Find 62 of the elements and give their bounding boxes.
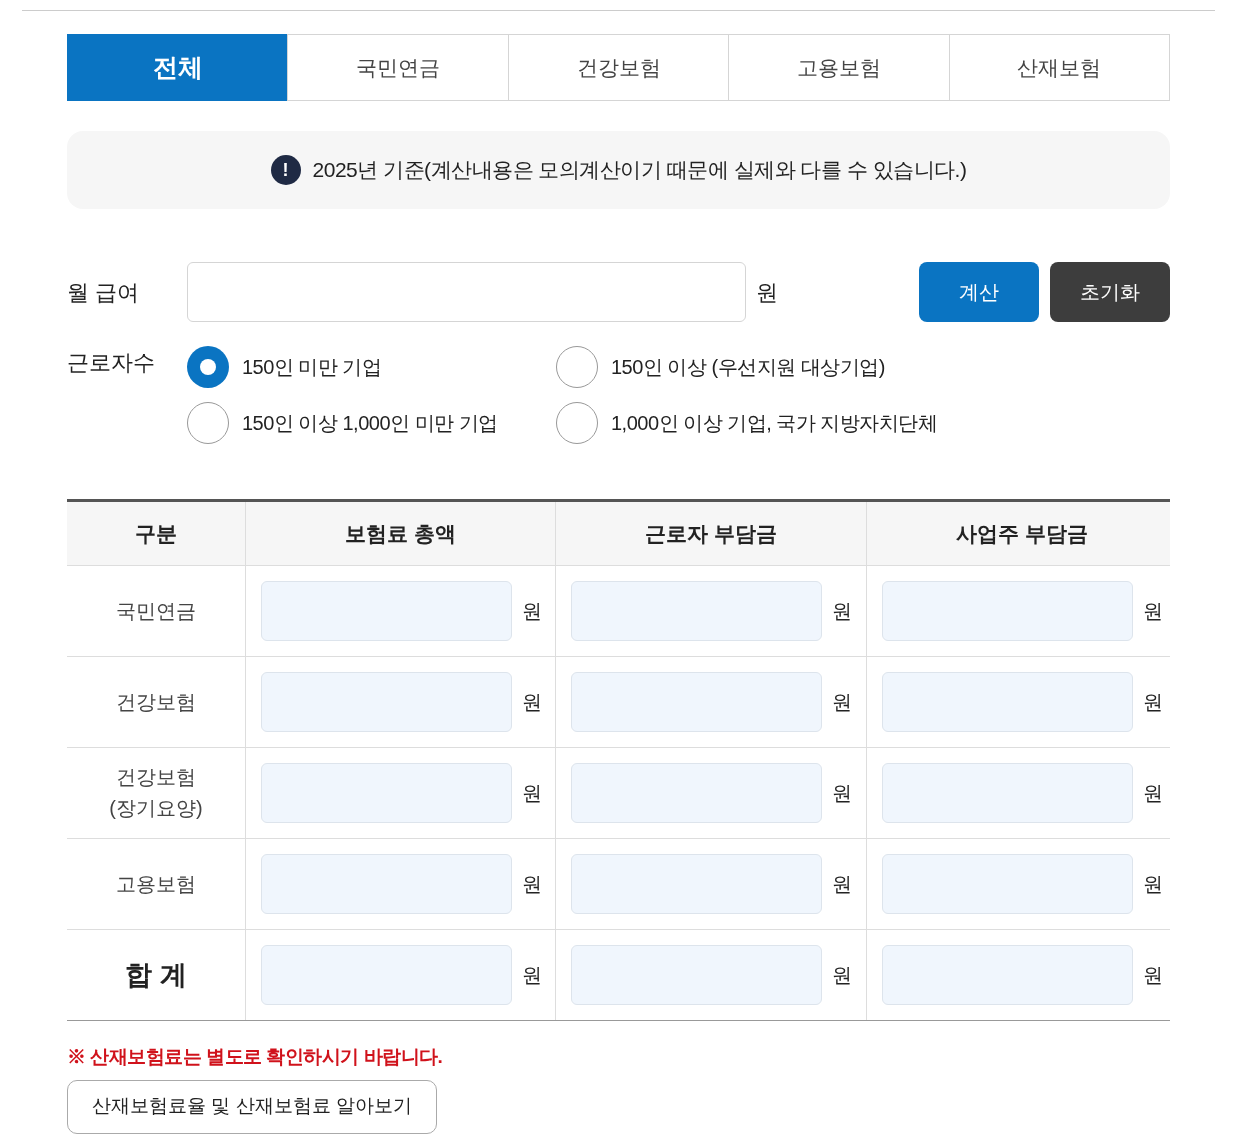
- tab[interactable]: 고용보험: [728, 34, 950, 101]
- row-label: 국민연금: [115, 598, 197, 624]
- radio-button[interactable]: [556, 402, 598, 444]
- column-header: 사업주 부담금: [866, 502, 1177, 565]
- row-label: 건강보험 (장기요양): [108, 765, 204, 821]
- unit-label: 원: [832, 781, 852, 806]
- amount-field[interactable]: [261, 854, 512, 914]
- amount-field[interactable]: [882, 672, 1133, 732]
- salary-input-field[interactable]: [187, 262, 746, 322]
- amount-field[interactable]: [261, 672, 512, 732]
- radio-label: 150인 이상 (우선지원 대상기업): [611, 355, 885, 380]
- unit-label: 원: [522, 781, 542, 806]
- row-label: 고용보험: [115, 871, 197, 897]
- calculate-button[interactable]: 계산: [919, 262, 1039, 322]
- radio-label: 1,000인 이상 기업, 국가 지방자치단체: [611, 411, 938, 436]
- amount-field[interactable]: [882, 945, 1133, 1005]
- unit-label: 원: [832, 690, 852, 715]
- unit-label: 원: [832, 963, 852, 988]
- workers-label: 근로자수: [67, 349, 156, 377]
- amount-field[interactable]: [571, 854, 822, 914]
- radio-button[interactable]: [187, 346, 229, 388]
- unit-label: 원: [522, 599, 542, 624]
- unit-label: 원: [522, 872, 542, 897]
- radio-button[interactable]: [187, 402, 229, 444]
- radio-label: 150인 미만 기업: [242, 355, 382, 380]
- amount-field[interactable]: [882, 763, 1133, 823]
- amount-field[interactable]: [571, 672, 822, 732]
- amount-field[interactable]: [571, 945, 822, 1005]
- unit-label: 원: [522, 690, 542, 715]
- tab[interactable]: 전체: [67, 34, 289, 101]
- amount-field[interactable]: [261, 763, 512, 823]
- amount-field[interactable]: [571, 763, 822, 823]
- radio-label: 150인 이상 1,000인 미만 기업: [242, 411, 498, 436]
- warning-note: ※ 산재보험료는 별도로 확인하시기 바랍니다.: [67, 1045, 444, 1069]
- notice-text: 2025년 기준(계산내용은 모의계산이기 때문에 실제와 다를 수 있습니다.): [312, 157, 967, 184]
- reset-button[interactable]: 초기화: [1050, 262, 1170, 322]
- unit-label: 원: [522, 963, 542, 988]
- salary-label: 월 급여: [67, 278, 141, 307]
- link-button[interactable]: 산재보험료율 및 산재보험료 알아보기: [67, 1079, 437, 1134]
- tab[interactable]: 국민연금: [287, 34, 509, 101]
- amount-field[interactable]: [261, 945, 512, 1005]
- row-label: 건강보험: [115, 689, 197, 715]
- alert-icon: !: [270, 155, 301, 185]
- radio-button[interactable]: [556, 346, 598, 388]
- column-header: 근로자 부담금: [555, 502, 866, 565]
- tab[interactable]: 건강보험: [507, 34, 730, 101]
- unit-label: 원: [1143, 599, 1163, 624]
- amount-field[interactable]: [571, 581, 822, 641]
- unit-label: 원: [1143, 690, 1163, 715]
- tab[interactable]: 산재보험: [948, 34, 1171, 101]
- amount-field[interactable]: [882, 854, 1133, 914]
- unit-label: 원: [1143, 963, 1163, 988]
- unit-label: 원: [1143, 872, 1163, 897]
- amount-field[interactable]: [261, 581, 512, 641]
- column-header: 보험료 총액: [245, 502, 555, 565]
- column-header: 구분: [134, 520, 178, 547]
- unit-label: 원: [832, 872, 852, 897]
- unit-label: 원: [832, 599, 852, 624]
- amount-field[interactable]: [882, 581, 1133, 641]
- row-label: 합 계: [124, 958, 188, 992]
- unit-label: 원: [1143, 781, 1163, 806]
- unit-label: 원: [756, 278, 778, 307]
